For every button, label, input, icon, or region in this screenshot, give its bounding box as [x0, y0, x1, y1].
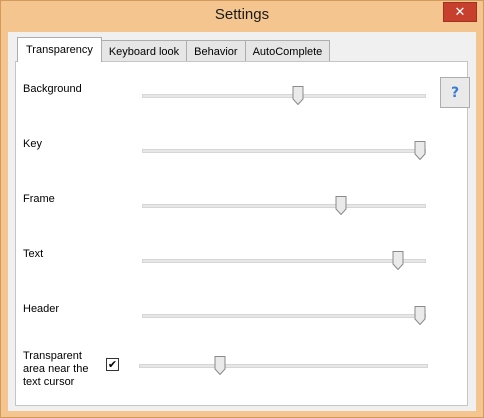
slider-track	[142, 204, 426, 208]
slider-track	[142, 259, 426, 263]
help-button[interactable]: ?	[440, 77, 470, 108]
check-icon: ✔	[107, 358, 118, 371]
cursor-area-checkbox[interactable]: ✔	[106, 358, 119, 371]
transparency-panel: ? Background Key Frame Text Header Trans…	[15, 61, 470, 406]
close-button[interactable]: ✕	[443, 2, 477, 22]
header-slider[interactable]	[142, 304, 426, 328]
window-title: Settings	[214, 6, 270, 23]
slider-thumb[interactable]	[335, 196, 347, 215]
text-label: Text	[23, 248, 44, 260]
tab-strip: Transparency Keyboard look Behavior Auto…	[17, 37, 331, 62]
tab-behavior[interactable]: Behavior	[186, 40, 246, 62]
background-label: Background	[23, 83, 82, 95]
client-area: Transparency Keyboard look Behavior Auto…	[8, 32, 476, 411]
settings-window: Settings ✕ Transparency Keyboard look Be…	[0, 0, 484, 418]
slider-thumb[interactable]	[414, 306, 426, 325]
slider-thumb[interactable]	[214, 356, 226, 375]
slider-thumb[interactable]	[414, 141, 426, 160]
slider-thumb[interactable]	[392, 251, 404, 270]
text-slider[interactable]	[142, 249, 426, 273]
tab-transparency[interactable]: Transparency	[17, 37, 102, 62]
slider-track	[142, 94, 426, 98]
tab-autocomplete[interactable]: AutoComplete	[244, 40, 331, 62]
close-icon: ✕	[454, 4, 466, 20]
slider-track	[139, 364, 428, 368]
cursor-area-slider[interactable]	[139, 354, 428, 378]
background-slider[interactable]	[142, 84, 426, 108]
slider-thumb[interactable]	[292, 86, 304, 105]
key-label: Key	[23, 138, 42, 150]
key-slider[interactable]	[142, 139, 426, 163]
slider-track	[142, 149, 426, 153]
frame-label: Frame	[23, 193, 55, 205]
header-label: Header	[23, 303, 60, 315]
tab-keyboard-look[interactable]: Keyboard look	[100, 40, 188, 62]
title-bar[interactable]: Settings ✕	[1, 1, 483, 32]
frame-slider[interactable]	[142, 194, 426, 218]
question-icon: ?	[450, 84, 460, 101]
cursor-area-label: Transparent area near the text cursor	[23, 350, 89, 388]
slider-track	[142, 314, 426, 318]
